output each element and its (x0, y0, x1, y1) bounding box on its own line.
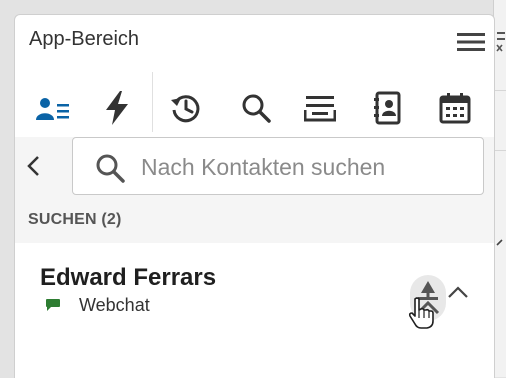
search-box[interactable] (72, 137, 484, 195)
edge-divider (494, 150, 506, 151)
search-input[interactable] (139, 148, 473, 186)
toolbar (15, 70, 494, 146)
back-button[interactable] (25, 155, 45, 177)
chevron-left-icon (27, 156, 39, 176)
lightning-icon (106, 91, 128, 125)
contacts-list-icon (36, 98, 69, 120)
hamburger-menu-icon (457, 33, 485, 51)
address-book-icon (374, 91, 401, 125)
contact-name: Edward Ferrars (40, 264, 217, 291)
history-icon (171, 95, 200, 123)
search-field-icon (96, 154, 125, 183)
chat-bubble-icon (46, 299, 60, 311)
app-area-panel: App-Bereich Nach Kontakten suchen SUCHEN… (14, 14, 495, 378)
push-up-icon (416, 281, 440, 315)
results-heading: SUCHEN (2) (28, 211, 122, 228)
tab-contacts[interactable] (25, 70, 83, 146)
push-contact-button[interactable] (410, 275, 446, 321)
contact-channel-label: Webchat (79, 294, 150, 315)
edge-chevron-icon (496, 239, 503, 246)
contact-channel: Webchat (45, 295, 150, 315)
search-field-icon-wrap (95, 153, 125, 183)
tab-actions[interactable] (88, 70, 146, 146)
inbox-tray-icon (304, 96, 336, 122)
toolbar-divider (152, 72, 153, 132)
tab-queue[interactable] (291, 70, 349, 146)
results-section-header: SUCHEN (2) (15, 195, 494, 243)
search-icon (242, 94, 271, 123)
edge-list-icon (496, 32, 505, 52)
menu-button[interactable] (456, 30, 486, 54)
search-row (15, 137, 494, 195)
panel-header: App-Bereich (15, 15, 494, 65)
chevron-up-icon (448, 286, 468, 298)
tab-search[interactable] (227, 70, 285, 146)
contact-result-item[interactable]: Edward Ferrars Webchat (15, 243, 494, 343)
tab-address-book[interactable] (359, 70, 417, 146)
edge-divider (494, 90, 506, 91)
panel-title: App-Bereich (29, 28, 140, 50)
tab-history[interactable] (157, 70, 215, 146)
tab-calendar[interactable] (426, 70, 484, 146)
collapse-button[interactable] (447, 283, 469, 303)
calendar-icon (439, 93, 471, 124)
